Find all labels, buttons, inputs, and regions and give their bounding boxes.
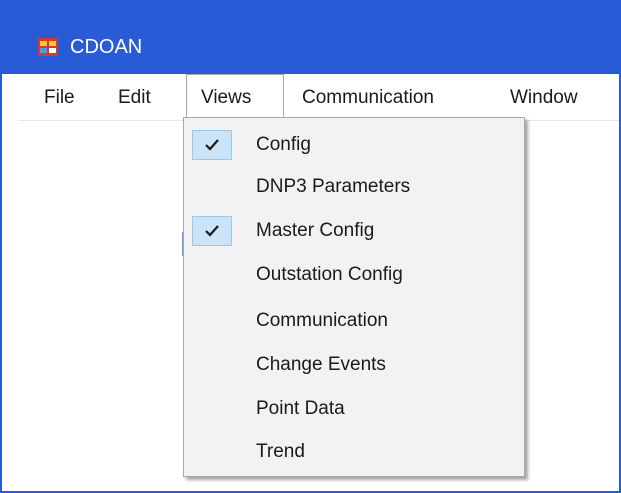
menu-item-master-config[interactable]: Master Config [184,210,524,252]
menu-item-label: DNP3 Parameters [256,176,411,197]
menu-item-label: Communication [256,310,388,331]
menu-item-label: Trend [256,441,305,462]
menu-item-point-data[interactable]: Point Data [184,388,524,430]
checkmark-icon [192,130,232,160]
menu-item-label: Master Config [256,220,375,241]
menu-item-communication[interactable]: Communication [184,300,524,342]
menu-bar: File Edit Views Communication Window [18,74,619,121]
menu-item-outstation-config[interactable]: Outstation Config [184,254,524,296]
menu-item-trend[interactable]: Trend [184,431,524,473]
menu-item-label: Config [256,134,311,155]
menu-item-config[interactable]: Config [184,124,524,166]
menu-item-dnp3-parameters[interactable]: DNP3 Parameters [184,166,524,208]
checkmark-icon [192,216,232,246]
menu-window[interactable]: Window [496,74,592,120]
menu-file[interactable]: File [30,74,89,120]
menu-edit[interactable]: Edit [104,74,165,120]
title-bar[interactable]: CDOAN [2,2,619,74]
menu-item-label: Point Data [256,398,345,419]
menu-views[interactable]: Views [186,74,284,120]
menu-item-label: Outstation Config [256,264,403,285]
app-window-icon [38,38,58,56]
menu-communication[interactable]: Communication [288,74,448,120]
menu-item-label: Change Events [256,354,386,375]
views-dropdown-menu: Config DNP3 Parameters Master Config Out… [183,117,525,477]
menu-item-change-events[interactable]: Change Events [184,344,524,386]
window-title: CDOAN [70,36,143,58]
